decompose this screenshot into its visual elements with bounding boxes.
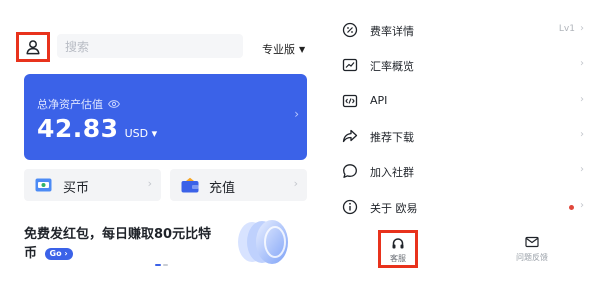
deposit-wallet-icon [181,177,199,193]
chevron-right-icon: › [64,248,68,258]
buy-coin-icon [35,178,52,192]
deposit-button[interactable]: 充值 › [170,169,307,201]
tab-feedback[interactable]: 问题反馈 [512,236,552,263]
exchange-rate-icon [342,58,358,72]
notification-dot [569,205,574,210]
asset-card[interactable]: 总净资产估值 42.83 USD ▾ › [24,74,307,160]
menu-item-label: 费率详情 [370,25,414,38]
menu-item-join-community[interactable]: 加入社群 › [330,159,592,183]
carousel-indicator [155,264,169,266]
community-chat-icon [343,164,357,178]
deposit-label: 充值 [209,181,236,196]
mode-label: 专业版 [262,43,295,56]
menu-item-recommend-download[interactable]: 推荐下载 › [330,124,592,148]
menu-item-fee-rate[interactable]: 费率详情 Lv1 › [330,18,592,42]
promo-banner[interactable]: 免费发红包，每日赚取80元比特币 Go › [24,225,220,263]
menu-item-label: API [370,94,388,107]
chevron-right-icon: › [580,94,584,105]
chevron-right-icon: › [580,200,584,211]
user-icon [26,40,40,55]
settings-menu: 费率详情 Lv1 › 汇率概览 › API › 推荐下载 › 加入社群 › 关于… [330,0,610,281]
headset-icon [392,238,404,249]
bottom-tab-bar: 客服 问题反馈 [330,226,592,281]
coin-stack-illustration [238,220,288,264]
carousel-dot [163,264,168,266]
menu-item-exchange-rate[interactable]: 汇率概览 › [330,53,592,77]
asset-label: 总净资产估值 [37,98,103,111]
menu-item-api[interactable]: API › [330,89,592,113]
account-panel: 搜索 专业版 ▼ 总净资产估值 42.83 USD ▾ › 买币 › 充值 › … [0,0,322,281]
currency-selector[interactable]: USD ▾ [125,127,158,140]
search-input[interactable]: 搜索 [57,34,243,58]
buy-coin-label: 买币 [63,181,90,196]
chevron-right-icon: › [580,23,584,34]
chevron-right-icon: › [580,129,584,140]
chevron-right-icon: › [580,164,584,175]
envelope-icon [525,236,539,248]
share-arrow-icon [342,129,358,143]
user-profile-button[interactable] [16,32,50,62]
buy-coin-button[interactable]: 买币 › [24,169,161,201]
caret-down-icon: ▼ [299,44,306,54]
menu-item-label: 汇率概览 [370,60,414,73]
level-badge: Lv1 [558,24,575,34]
chevron-right-icon: › [294,107,299,121]
tab-label: 问题反馈 [516,253,548,262]
info-icon [342,199,358,215]
tab-label: 客服 [390,254,406,263]
chevron-right-icon: › [293,177,298,190]
menu-item-label: 推荐下载 [370,131,414,144]
fee-rate-icon [342,22,358,38]
eye-icon[interactable] [108,100,120,108]
menu-item-label: 加入社群 [370,166,414,179]
carousel-dot [155,264,161,266]
menu-item-label: 关于 欧易 [370,202,418,215]
chevron-right-icon: › [580,58,584,69]
chevron-right-icon: › [147,177,152,190]
search-placeholder: 搜索 [65,39,90,54]
mode-switch[interactable]: 专业版 ▼ [262,41,305,57]
go-button[interactable]: Go › [44,247,73,260]
menu-item-about[interactable]: 关于 欧易 › [330,195,592,219]
api-icon [342,94,358,108]
tab-customer-service[interactable]: 客服 [378,230,418,268]
asset-value: 42.83 [37,114,119,143]
